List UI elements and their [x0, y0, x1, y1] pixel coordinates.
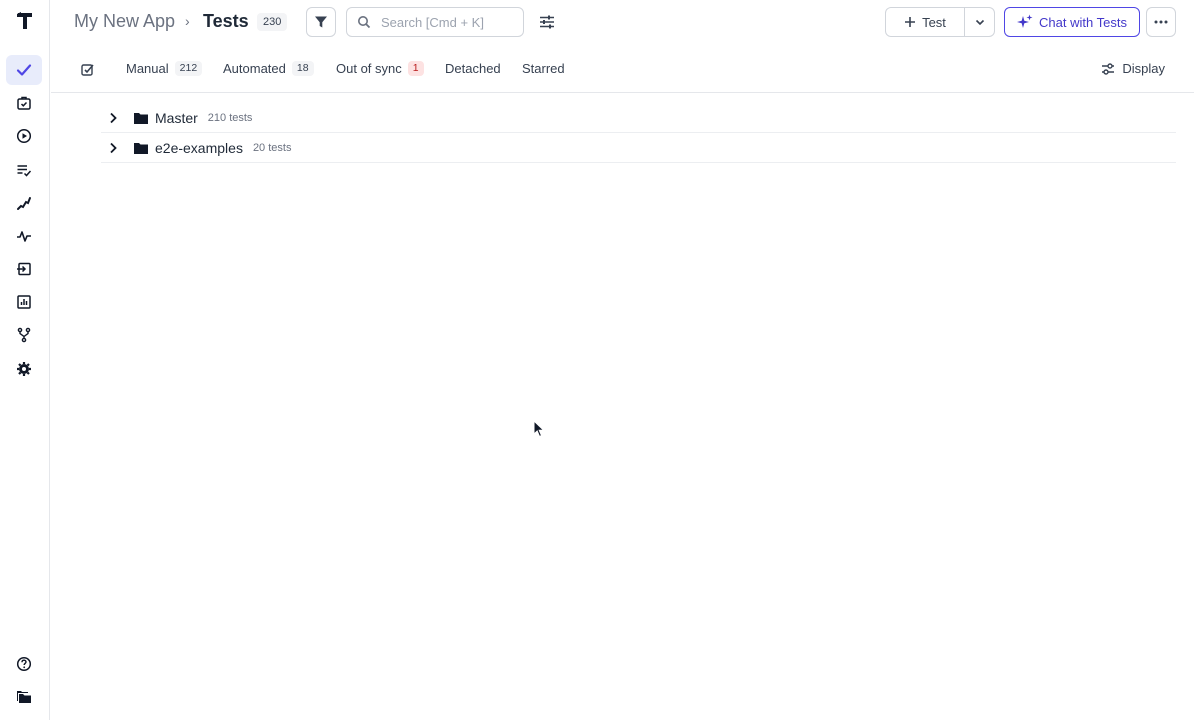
- more-options-button[interactable]: [1146, 7, 1176, 37]
- sidebar-item-steps[interactable]: [6, 188, 42, 218]
- check-icon: [16, 64, 32, 76]
- chat-with-tests-button[interactable]: Chat with Tests: [1004, 7, 1140, 37]
- chevron-right-icon[interactable]: [106, 111, 120, 125]
- page-header: My New App › Tests 230 Test Chat with Te…: [51, 0, 1194, 44]
- plus-icon: [905, 17, 916, 27]
- sidebar-item-help[interactable]: [6, 649, 42, 679]
- testomat-logo[interactable]: [0, 8, 50, 34]
- filter-tabs-bar: Manual 212 Automated 18 Out of sync 1 De…: [51, 48, 1194, 93]
- sidebar: [0, 0, 50, 720]
- help-icon: [16, 656, 32, 672]
- tab-label: Manual: [126, 61, 169, 76]
- steps-icon: [17, 197, 31, 210]
- gear-icon: [17, 362, 31, 376]
- folder-icon: [134, 142, 148, 154]
- tab-label: Automated: [223, 61, 286, 76]
- tab-count-badge: 1: [407, 61, 424, 76]
- chevron-down-icon: [975, 19, 984, 26]
- breadcrumb-app[interactable]: My New App: [74, 11, 175, 32]
- tab-detached[interactable]: Detached: [445, 61, 501, 76]
- folder-name[interactable]: e2e-examples: [155, 140, 243, 156]
- mouse-cursor-icon: [533, 420, 545, 438]
- sidebar-item-settings[interactable]: [6, 354, 42, 384]
- more-horizontal-icon: [1154, 20, 1168, 24]
- list-check-icon: [17, 165, 32, 177]
- suitcase-check-icon: [17, 96, 31, 110]
- sidebar-item-projects[interactable]: [6, 682, 42, 712]
- pulse-icon: [17, 231, 31, 242]
- folder-icon: [134, 112, 148, 124]
- branch-icon: [17, 327, 31, 343]
- import-icon: [17, 262, 31, 276]
- tab-automated[interactable]: Automated 18: [223, 61, 314, 76]
- sidebar-item-pulse[interactable]: [6, 221, 42, 251]
- search-input[interactable]: [379, 13, 513, 31]
- folders-icon: [17, 691, 31, 703]
- chat-label: Chat with Tests: [1039, 14, 1127, 30]
- sidebar-item-branches[interactable]: [6, 320, 42, 350]
- analytics-icon: [17, 295, 31, 309]
- sparkles-icon: [1017, 14, 1033, 28]
- display-settings-icon: [1102, 62, 1115, 75]
- tab-starred[interactable]: Starred: [522, 61, 565, 76]
- filter-icon: [315, 16, 327, 28]
- sidebar-item-imports[interactable]: [6, 254, 42, 284]
- sliders-icon: [540, 15, 554, 29]
- new-test-dropdown-button[interactable]: [965, 8, 994, 36]
- folder-row[interactable]: e2e-examples 20 tests: [101, 133, 1176, 163]
- play-circle-icon: [16, 128, 32, 144]
- folder-test-count: 210 tests: [207, 111, 253, 124]
- tab-label: Out of sync: [336, 61, 402, 76]
- sidebar-item-runs[interactable]: [6, 121, 42, 151]
- search-icon: [358, 16, 371, 29]
- new-test-button[interactable]: Test: [886, 8, 965, 36]
- sidebar-item-tests[interactable]: [6, 55, 42, 85]
- page-title: Tests: [203, 11, 249, 31]
- tab-label: Starred: [522, 61, 565, 76]
- folder-name[interactable]: Master: [155, 110, 198, 126]
- chevron-right-icon[interactable]: [106, 141, 120, 155]
- logo-icon: [17, 12, 32, 29]
- sidebar-item-plans[interactable]: [6, 88, 42, 118]
- display-options-button[interactable]: Display: [1101, 61, 1165, 76]
- search-box[interactable]: [346, 7, 524, 37]
- filter-settings-button[interactable]: [537, 12, 557, 32]
- test-count-badge: 230: [257, 13, 288, 31]
- display-label: Display: [1122, 61, 1165, 76]
- folder-row[interactable]: Master 210 tests: [101, 103, 1176, 133]
- tab-manual[interactable]: Manual 212: [126, 61, 203, 76]
- sidebar-item-analytics[interactable]: [6, 287, 42, 317]
- tab-count-badge: 18: [291, 61, 314, 76]
- tab-count-badge: 212: [174, 61, 203, 76]
- new-test-label: Test: [922, 14, 946, 30]
- tab-out-of-sync[interactable]: Out of sync 1: [336, 61, 424, 76]
- filter-button[interactable]: [306, 7, 336, 37]
- tab-label: Detached: [445, 61, 501, 76]
- sidebar-item-requirements[interactable]: [6, 155, 42, 185]
- breadcrumb-separator-icon: ›: [185, 13, 190, 29]
- select-all-checkbox-icon[interactable]: [80, 62, 96, 78]
- folder-test-count: 20 tests: [252, 141, 292, 154]
- new-test-group: Test: [885, 7, 995, 37]
